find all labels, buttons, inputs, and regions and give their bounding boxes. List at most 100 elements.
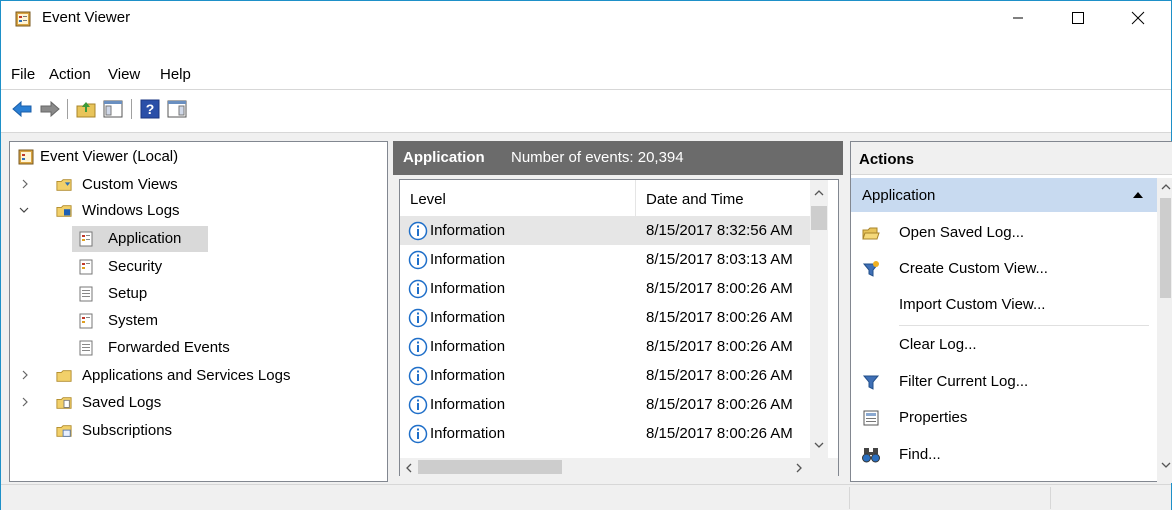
action-filter-current-log[interactable]: Filter Current Log...: [851, 364, 1157, 400]
tree-item-forwarded-events[interactable]: Forwarded Events: [72, 335, 312, 361]
information-icon: [408, 395, 428, 415]
menu-view[interactable]: View: [108, 66, 140, 83]
event-datetime: 8/15/2017 8:00:26 AM: [646, 396, 793, 413]
event-datetime: 8/15/2017 8:00:26 AM: [646, 367, 793, 384]
actions-vertical-scroll-thumb[interactable]: [1160, 198, 1171, 298]
tree-label: Application: [108, 230, 182, 247]
action-create-custom-view[interactable]: Create Custom View...: [851, 251, 1157, 287]
events-list[interactable]: Level Date and Time Information 8/15/201…: [399, 179, 839, 476]
tree-item-subscriptions[interactable]: Subscriptions: [16, 418, 386, 444]
table-row[interactable]: Information 8/15/2017 8:00:26 AM: [400, 419, 810, 448]
information-icon: [408, 221, 428, 241]
chevron-right-icon[interactable]: [20, 397, 30, 407]
chevron-down-icon[interactable]: [19, 205, 29, 215]
toolbar-separator: [67, 99, 68, 119]
chevron-right-icon[interactable]: [20, 370, 30, 380]
show-hide-action-pane-icon[interactable]: [166, 98, 188, 120]
column-header-date-time[interactable]: Date and Time: [636, 180, 810, 216]
information-icon: [408, 279, 428, 299]
properties-icon: [863, 410, 879, 426]
tree-item-application[interactable]: Application: [72, 226, 208, 252]
tree-label: System: [108, 312, 159, 329]
column-header-level[interactable]: Level: [400, 180, 636, 216]
menu-help[interactable]: Help: [160, 66, 191, 83]
forward-arrow-icon[interactable]: [39, 98, 61, 120]
minimize-icon: [1013, 17, 1023, 19]
events-log-title: Application: [403, 149, 485, 166]
tree-label: Forwarded Events: [108, 339, 230, 356]
show-hide-console-tree-icon[interactable]: [102, 98, 124, 120]
event-datetime: 8/15/2017 8:00:26 AM: [646, 280, 793, 297]
events-horizontal-scroll-thumb[interactable]: [418, 460, 562, 474]
tree-label: Custom Views: [82, 176, 178, 193]
actions-section-application[interactable]: Application: [851, 178, 1157, 212]
column-header-label: Level: [410, 191, 446, 208]
action-clear-log[interactable]: Clear Log...: [851, 327, 1157, 363]
action-open-saved-log[interactable]: Open Saved Log...: [851, 215, 1157, 251]
events-vertical-scroll-thumb[interactable]: [811, 206, 827, 230]
back-arrow-icon[interactable]: [11, 98, 33, 120]
table-row[interactable]: Information 8/15/2017 8:00:26 AM: [400, 361, 810, 390]
toolbar-separator: [131, 99, 132, 119]
window-title: Event Viewer: [42, 9, 131, 26]
tree-item-windows-logs[interactable]: Windows Logs: [16, 198, 386, 224]
information-icon: [408, 250, 428, 270]
table-row[interactable]: Information 8/15/2017 8:00:26 AM: [400, 274, 810, 303]
action-find[interactable]: Find...: [851, 437, 1157, 473]
tree-item-system[interactable]: System: [72, 308, 272, 334]
menu-file[interactable]: File: [11, 66, 35, 83]
events-count: Number of events: 20,394: [511, 149, 684, 166]
scroll-up-icon[interactable]: [1160, 182, 1172, 192]
scroll-down-icon[interactable]: [1160, 460, 1172, 470]
event-datetime: 8/15/2017 8:03:13 AM: [646, 251, 793, 268]
scroll-left-icon[interactable]: [404, 462, 414, 474]
event-level: Information: [430, 396, 506, 413]
table-row[interactable]: Information 8/15/2017 8:00:26 AM: [400, 332, 810, 361]
custom-views-folder-icon: [56, 179, 72, 191]
tree-item-applications-and-services-logs[interactable]: Applications and Services Logs: [16, 363, 386, 389]
status-separator: [849, 487, 850, 509]
event-datetime: 8/15/2017 8:00:26 AM: [646, 309, 793, 326]
collapse-triangle-icon[interactable]: [1132, 191, 1144, 199]
minimize-button[interactable]: [995, 1, 1041, 35]
menu-action[interactable]: Action: [49, 66, 91, 83]
tree-label: Event Viewer (Local): [40, 148, 179, 165]
events-header: Application Number of events: 20,394: [393, 141, 843, 175]
tree-item-setup[interactable]: Setup: [72, 281, 272, 307]
actions-section-label: Application: [862, 187, 936, 204]
table-row[interactable]: Information 8/15/2017 8:32:56 AM: [400, 216, 810, 245]
table-row[interactable]: Information 8/15/2017 8:03:13 AM: [400, 245, 810, 274]
svg-text:?: ?: [146, 101, 155, 117]
tree-label: Setup: [108, 285, 148, 302]
action-properties[interactable]: Properties: [851, 400, 1157, 436]
funnel-icon: [862, 375, 880, 390]
close-button[interactable]: [1115, 1, 1161, 35]
tree-item-event-viewer-local[interactable]: Event Viewer (Local): [16, 144, 386, 170]
table-row[interactable]: Information 8/15/2017 8:00:26 AM: [400, 303, 810, 332]
up-folder-icon[interactable]: [75, 98, 97, 120]
tree-label: Applications and Services Logs: [82, 367, 291, 384]
scroll-up-icon[interactable]: [813, 188, 825, 198]
maximize-icon: [1072, 12, 1084, 24]
help-icon[interactable]: ?: [139, 98, 161, 120]
table-row[interactable]: Information 8/15/2017 8:00:26 AM: [400, 390, 810, 419]
event-datetime: 8/15/2017 8:00:26 AM: [646, 425, 793, 442]
event-level: Information: [430, 280, 506, 297]
action-label: Filter Current Log...: [899, 373, 1029, 390]
column-header-label: Date and Time: [646, 191, 744, 208]
tree-item-security[interactable]: Security: [72, 254, 272, 280]
action-import-custom-view[interactable]: Import Custom View...: [851, 287, 1157, 323]
actions-separator: [899, 325, 1149, 326]
scroll-down-icon[interactable]: [813, 440, 825, 450]
action-label: Import Custom View...: [899, 296, 1046, 313]
event-viewer-window: Event Viewer File Action View Help ? Eve…: [0, 0, 1172, 510]
tree-label: Subscriptions: [82, 422, 173, 439]
tree-item-custom-views[interactable]: Custom Views: [16, 172, 386, 198]
log-icon: [79, 231, 93, 247]
event-level: Information: [430, 222, 506, 239]
tree-item-saved-logs[interactable]: Saved Logs: [16, 390, 386, 416]
chevron-right-icon[interactable]: [20, 179, 30, 189]
maximize-button[interactable]: [1055, 1, 1101, 35]
scroll-right-icon[interactable]: [794, 462, 804, 474]
tree-label: Security: [108, 258, 163, 275]
